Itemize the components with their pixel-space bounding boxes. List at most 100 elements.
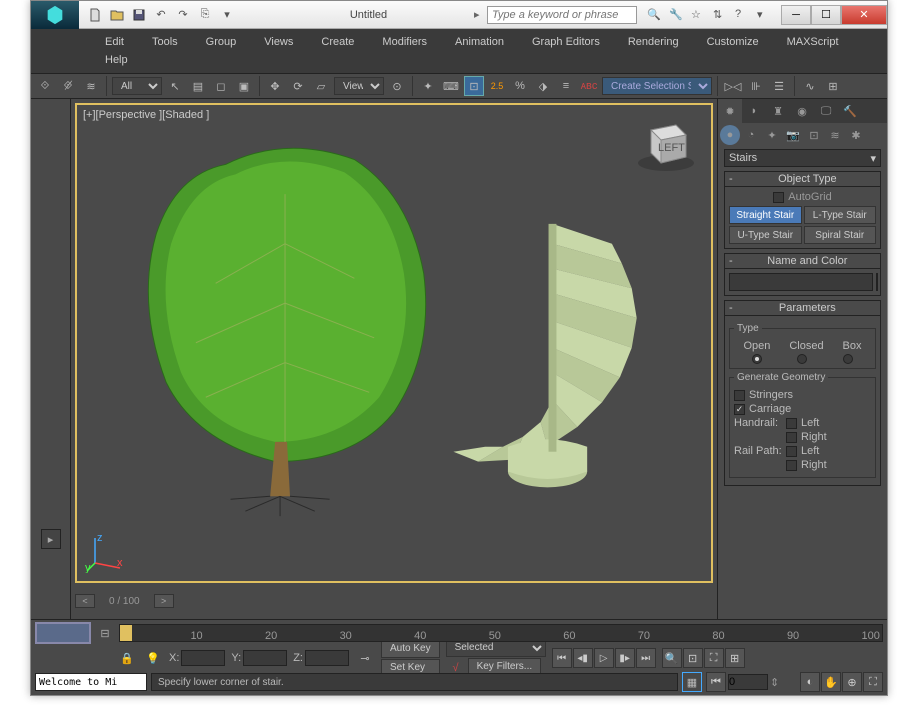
type-radio-box[interactable] [843,354,853,364]
mirror-icon[interactable]: ᴀʙᴄ [579,76,599,96]
menu-edit[interactable]: Edit [91,33,138,51]
parameters-header[interactable]: -Parameters [724,300,881,316]
window-crossing-icon[interactable]: ▣ [234,76,254,96]
menu-animation[interactable]: Animation [441,33,518,51]
color-swatch[interactable] [876,273,878,291]
unlink-tool-icon[interactable]: ⟐̸ [58,76,78,96]
selection-filter-dropdown[interactable]: All [112,77,162,95]
new-file-icon[interactable] [85,5,105,25]
scroll-right-button[interactable]: > [154,594,174,608]
prev-key-icon[interactable]: ⏮ [706,672,726,692]
current-frame-input[interactable] [728,674,768,690]
ref-coord-dropdown[interactable]: View [334,77,384,95]
type-radio-closed[interactable] [797,354,807,364]
keyboard-shortcut-icon[interactable]: ⌨ [441,76,461,96]
redo-icon[interactable]: ↷ [173,5,193,25]
display-tab-icon[interactable]: 🖵 [814,99,838,123]
binoculars-icon[interactable]: 🔍 [647,8,665,21]
zoom-icon[interactable]: 🔍 [662,648,682,668]
maximize-button[interactable]: ☐ [811,5,841,25]
prev-frame-icon[interactable]: ◂▮ [573,648,593,668]
goto-start-icon[interactable]: ⏮ [552,648,572,668]
named-selection-dropdown[interactable]: Create Selection Se [602,77,712,95]
orbit-icon[interactable]: ⊕ [842,672,862,692]
goto-end-icon[interactable]: ⏭ [636,648,656,668]
help-icon[interactable]: ? [735,8,753,21]
search-toggle-icon[interactable]: ▸ [474,8,484,21]
bind-spacewarp-icon[interactable]: ≋ [81,76,101,96]
object-type-header[interactable]: -Object Type [724,171,881,187]
create-tab-icon[interactable]: ✹ [718,99,742,123]
utilities-tab-icon[interactable]: 🔨 [838,99,862,123]
minimize-button[interactable]: ─ [781,5,811,25]
help-dropdown-icon[interactable]: ▾ [757,8,775,21]
playback-toggle-icon[interactable]: ▸ [41,529,61,549]
handrail-left-checkbox[interactable] [786,418,797,429]
key-mode-icon[interactable]: ⊸ [355,648,375,668]
l-type-stair-button[interactable]: L-Type Stair [804,206,877,224]
edit-named-sel-icon[interactable]: ≡ [556,76,576,96]
adaptive-degradation-icon[interactable]: ▦ [682,672,702,692]
menu-group[interactable]: Group [192,33,251,51]
app-menu-button[interactable] [31,1,79,29]
y-coord-input[interactable] [243,650,287,666]
listener-box[interactable]: Welcome to Mi [35,673,147,691]
zoom-extents-all-icon[interactable]: ⊞ [725,648,745,668]
rotate-tool-icon[interactable]: ⟳ [288,76,308,96]
menu-help[interactable]: Help [91,51,142,69]
zoom-extents-icon[interactable]: ⛶ [704,648,724,668]
viewcube[interactable]: LEFT [631,115,701,175]
u-type-stair-button[interactable]: U-Type Stair [729,226,802,244]
type-radio-open[interactable] [752,354,762,364]
layers-icon[interactable]: ☰ [769,76,789,96]
spinner-snap-icon[interactable]: ⬗ [533,76,553,96]
timeline-ruler[interactable]: 0102030405060708090100 [119,624,883,642]
link-tool-icon[interactable]: ⟐ [35,76,55,96]
geometry-subtab-icon[interactable]: ● [720,125,740,145]
menu-rendering[interactable]: Rendering [614,33,693,51]
timeline-slider[interactable] [120,625,132,641]
percent-snap-icon[interactable]: % [510,76,530,96]
timeline-thumb[interactable] [35,622,91,644]
manipulate-icon[interactable]: ✦ [418,76,438,96]
menu-customize[interactable]: Customize [693,33,773,51]
motion-tab-icon[interactable]: ◉ [790,99,814,123]
close-button[interactable]: ✕ [841,5,887,25]
favorite-icon[interactable]: ☆ [691,8,709,21]
scale-tool-icon[interactable]: ▱ [311,76,331,96]
exchange-icon[interactable]: ⇅ [713,8,731,21]
pan-icon[interactable]: ✋ [821,672,841,692]
play-icon[interactable]: ▷ [594,648,614,668]
x-coord-input[interactable] [181,650,225,666]
auto-key-button[interactable]: Auto Key [381,640,440,658]
pivot-center-icon[interactable]: ⊙ [387,76,407,96]
fov-icon[interactable]: ◐ [800,672,820,692]
menu-views[interactable]: Views [250,33,307,51]
search-input[interactable] [487,6,637,24]
shapes-subtab-icon[interactable]: ◔ [741,125,761,145]
lock-selection-icon[interactable]: 🔒 [117,648,137,668]
straight-stair-button[interactable]: Straight Stair [729,206,802,224]
category-dropdown[interactable]: Stairs▾ [724,149,881,167]
railpath-right-checkbox[interactable] [786,460,797,471]
handrail-right-checkbox[interactable] [786,432,797,443]
mirror-tool-icon[interactable]: ▷◁ [723,76,743,96]
modify-tab-icon[interactable]: ◗ [742,99,766,123]
object-name-input[interactable] [729,273,873,291]
autogrid-checkbox[interactable] [773,192,784,203]
scroll-left-button[interactable]: < [75,594,95,608]
hierarchy-tab-icon[interactable]: ♜ [766,99,790,123]
spacewarps-subtab-icon[interactable]: ≋ [825,125,845,145]
next-frame-icon[interactable]: ▮▸ [615,648,635,668]
angle-snap-icon[interactable]: 2.5 [487,76,507,96]
zoom-all-icon[interactable]: ⊡ [683,648,703,668]
viewport[interactable]: [+][Perspective ][Shaded ] [75,103,713,583]
stringers-checkbox[interactable] [734,390,745,401]
name-color-header[interactable]: -Name and Color [724,253,881,269]
isolate-icon[interactable]: 💡 [143,648,163,668]
select-by-name-icon[interactable]: ▤ [188,76,208,96]
maximize-viewport-icon[interactable]: ⛶ [863,672,883,692]
undo-icon[interactable]: ↶ [151,5,171,25]
key-icon[interactable]: 🔧 [669,8,687,21]
curve-editor-icon[interactable]: ∿ [800,76,820,96]
